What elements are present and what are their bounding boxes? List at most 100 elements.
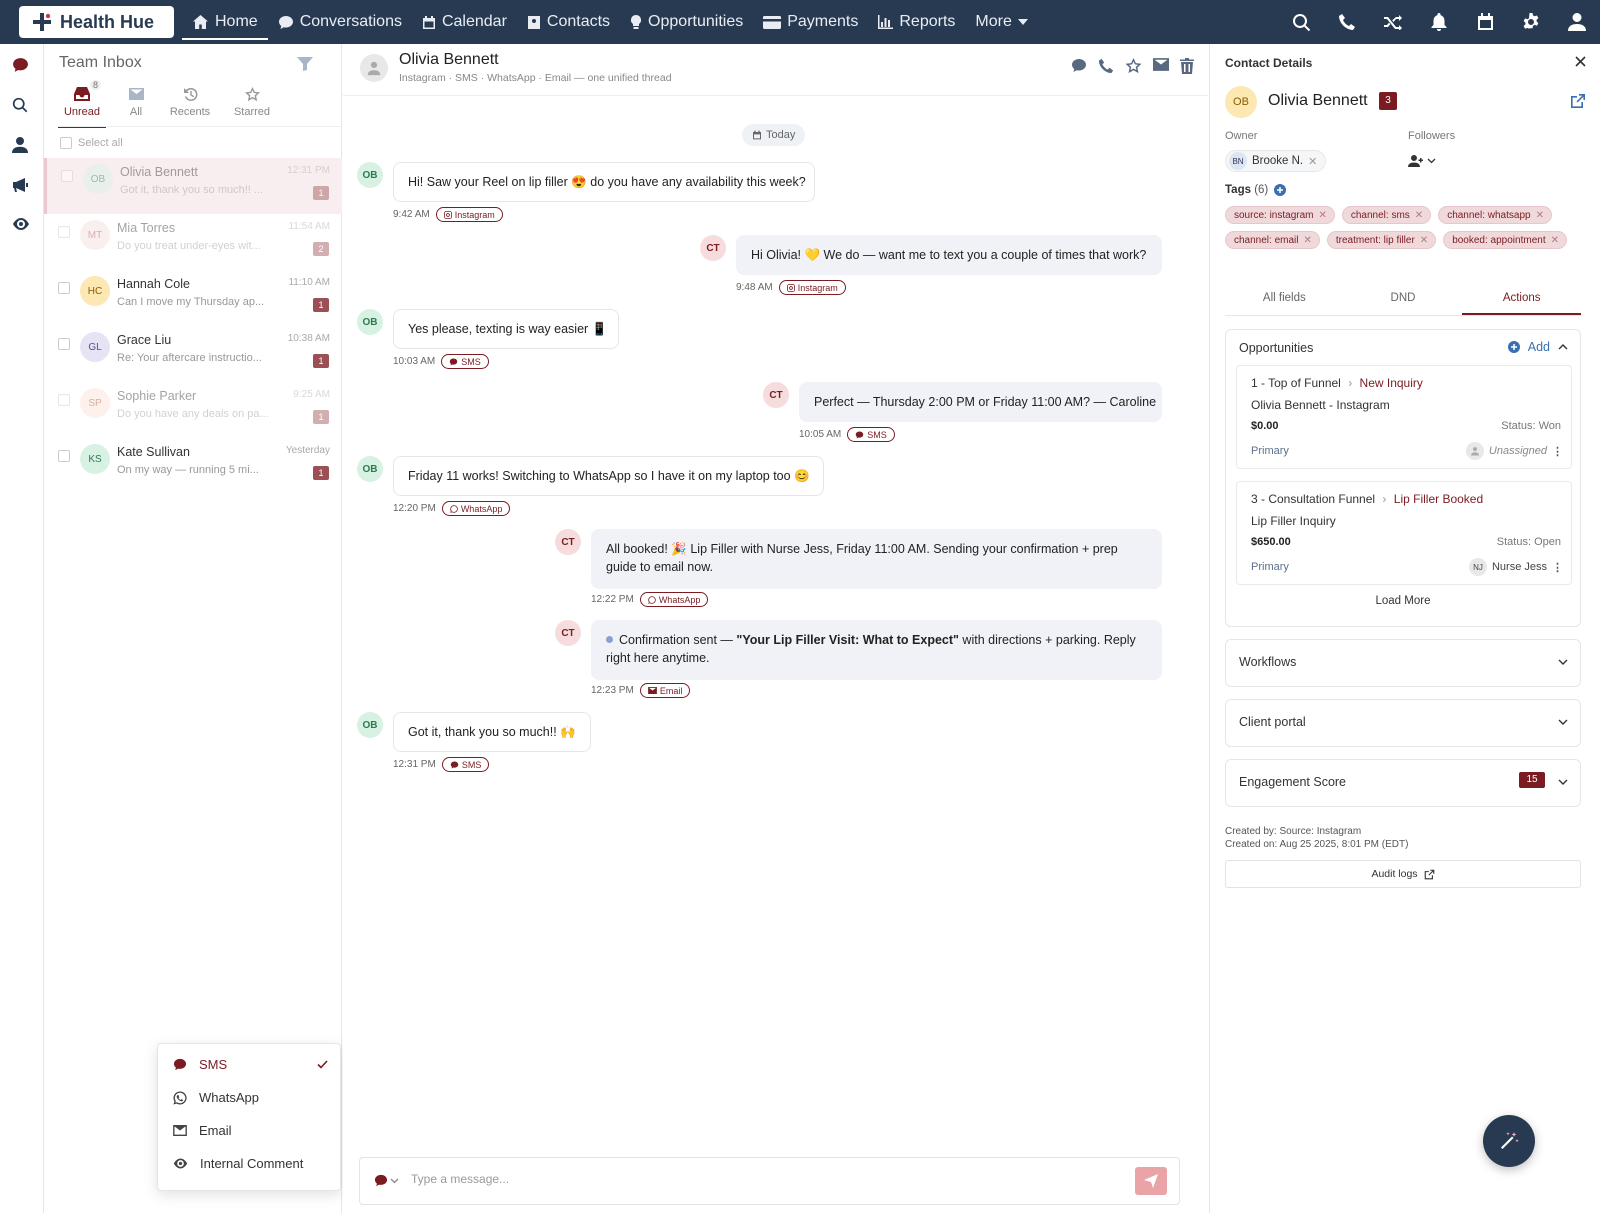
brand-logo[interactable]: Health Hue: [19, 6, 174, 38]
opportunity-status: Status: Open: [1496, 536, 1561, 548]
eye-icon[interactable]: [12, 217, 30, 231]
remove-icon[interactable]: ✕: [1308, 155, 1317, 168]
conversation-item[interactable]: GL Grace Liu Re: Your aftercare instructio…: [44, 326, 342, 382]
mail-icon[interactable]: [1153, 58, 1169, 74]
conversation-checkbox[interactable]: [58, 338, 70, 350]
channel-selector[interactable]: [374, 1174, 399, 1187]
message-time: 10:05 AM: [799, 429, 842, 440]
message-avatar: OB: [357, 162, 383, 188]
conversation-checkbox[interactable]: [58, 226, 70, 238]
phone-icon[interactable]: [1098, 58, 1114, 74]
message-avatar: OB: [357, 456, 383, 482]
user-icon[interactable]: [12, 137, 28, 153]
message-input[interactable]: [411, 1172, 1111, 1186]
avatar: MT: [80, 220, 110, 250]
tag-chip[interactable]: channel: sms ✕: [1341, 206, 1432, 224]
assignee[interactable]: NJ Nurse Jess ⋮: [1468, 558, 1563, 576]
tab-actions[interactable]: Actions: [1462, 284, 1582, 315]
remove-tag-icon[interactable]: ✕: [1420, 235, 1428, 246]
remove-tag-icon[interactable]: ✕: [1303, 235, 1311, 246]
add-user-icon: [1408, 155, 1424, 167]
remove-tag-icon[interactable]: ✕: [1536, 210, 1544, 221]
tab-starred[interactable]: Starred: [228, 82, 276, 128]
conversation-contact-name[interactable]: Olivia Bennett: [399, 51, 499, 69]
client-portal-card[interactable]: Client portal: [1225, 699, 1581, 747]
channel-option-email[interactable]: Email: [158, 1114, 340, 1147]
audit-logs-button[interactable]: Audit logs: [1225, 860, 1581, 888]
nav-home[interactable]: Home: [182, 0, 268, 44]
select-all-checkbox[interactable]: [60, 137, 72, 149]
tag-chip[interactable]: channel: email ✕: [1225, 231, 1320, 249]
bell-icon[interactable]: [1416, 13, 1462, 31]
external-link-icon[interactable]: [1570, 93, 1586, 109]
remove-tag-icon[interactable]: ✕: [1318, 210, 1326, 221]
trash-icon[interactable]: [1180, 58, 1194, 74]
conversation-checkbox[interactable]: [61, 170, 73, 182]
conversation-item[interactable]: OB Olivia Bennett Got it, thank you so muc…: [44, 158, 342, 214]
search-icon[interactable]: [12, 97, 28, 113]
pipeline-stage: New Inquiry: [1359, 376, 1423, 390]
user-icon[interactable]: [1554, 13, 1600, 31]
tab-recents[interactable]: Recents: [166, 82, 214, 128]
remove-tag-icon[interactable]: ✕: [1415, 210, 1423, 221]
conversation-item[interactable]: SP Sophie Parker Do you have any deals on …: [44, 382, 342, 438]
tab-unread[interactable]: 8 Unread: [58, 80, 106, 128]
chat-icon[interactable]: [12, 57, 29, 73]
pipeline-stage: Lip Filler Booked: [1393, 492, 1484, 506]
nav-conversations[interactable]: Conversations: [268, 0, 412, 44]
nav-opportunities[interactable]: Opportunities: [620, 0, 753, 44]
megaphone-icon[interactable]: [12, 177, 29, 193]
nav-calendar[interactable]: Calendar: [412, 0, 517, 44]
tag-chip[interactable]: source: instagram ✕: [1225, 206, 1335, 224]
conversation-item[interactable]: HC Hannah Cole Can I move my Thursday ap..…: [44, 270, 342, 326]
opportunity-item[interactable]: 3 - Consultation Funnel › Lip Filler Boo…: [1236, 481, 1572, 585]
conversation-checkbox[interactable]: [58, 450, 70, 462]
assignee[interactable]: Unassigned ⋮: [1465, 442, 1563, 460]
channel-option-internal-comment[interactable]: Internal Comment: [158, 1147, 340, 1180]
phone-icon[interactable]: [1324, 13, 1370, 31]
close-icon[interactable]: [1575, 56, 1586, 67]
nav-contacts[interactable]: Contacts: [517, 0, 620, 44]
conversation-checkbox[interactable]: [58, 394, 70, 406]
more-vertical-icon[interactable]: ⋮: [1552, 561, 1563, 574]
owner-chip[interactable]: BN Brooke N. ✕: [1225, 150, 1327, 172]
tab-all[interactable]: All: [112, 82, 160, 128]
conversation-item[interactable]: MT Mia Torres Do you treat under-eyes wit.…: [44, 214, 342, 270]
nav-payments[interactable]: Payments: [753, 0, 868, 44]
channel-option-sms[interactable]: SMS: [158, 1048, 340, 1081]
workflows-card[interactable]: Workflows: [1225, 639, 1581, 687]
engagement-score-card[interactable]: Engagement Score 15: [1225, 759, 1581, 807]
chat-icon[interactable]: [1071, 58, 1087, 74]
tag-chip[interactable]: treatment: lip filler ✕: [1326, 231, 1437, 249]
message-text: Confirmation sent —: [619, 633, 737, 647]
more-vertical-icon[interactable]: ⋮: [1552, 445, 1563, 458]
add-tag-icon[interactable]: [1274, 184, 1287, 196]
opportunity-item[interactable]: 1 - Top of Funnel › New Inquiry Olivia Be…: [1236, 365, 1572, 469]
caret-down-icon: [1017, 19, 1028, 25]
add-opportunity-button[interactable]: Add: [1507, 340, 1550, 354]
nav-more[interactable]: More: [965, 0, 1037, 44]
message-time: 12:31 PM: [393, 759, 436, 770]
gear-icon[interactable]: [1508, 13, 1554, 31]
load-more-link[interactable]: Load More: [1226, 595, 1580, 607]
inbox-tabs: 8 Unread All Recents Starred: [58, 80, 338, 128]
search-icon[interactable]: [1278, 13, 1324, 32]
nav-reports[interactable]: Reports: [868, 0, 965, 44]
send-button[interactable]: [1135, 1167, 1167, 1195]
conversation-checkbox[interactable]: [58, 282, 70, 294]
select-all[interactable]: Select all: [60, 137, 123, 149]
tab-dnd[interactable]: DND: [1344, 284, 1463, 315]
filter-icon[interactable]: [297, 57, 313, 71]
remove-tag-icon[interactable]: ✕: [1551, 235, 1559, 246]
star-icon[interactable]: [1125, 58, 1142, 74]
channel-option-whatsapp[interactable]: WhatsApp: [158, 1081, 340, 1114]
tag-chip[interactable]: booked: appointment ✕: [1443, 231, 1567, 249]
ai-assist-button[interactable]: [1483, 1115, 1535, 1167]
tag-chip[interactable]: channel: whatsapp ✕: [1438, 206, 1552, 224]
tab-all-fields[interactable]: All fields: [1225, 284, 1344, 315]
calendar-icon[interactable]: [1462, 13, 1508, 31]
conversation-item[interactable]: KS Kate Sullivan On my way — running 5 mi.…: [44, 438, 342, 494]
chevron-up-icon[interactable]: [1558, 344, 1568, 350]
followers-dropdown[interactable]: [1408, 150, 1446, 172]
shuffle-icon[interactable]: [1370, 14, 1416, 30]
